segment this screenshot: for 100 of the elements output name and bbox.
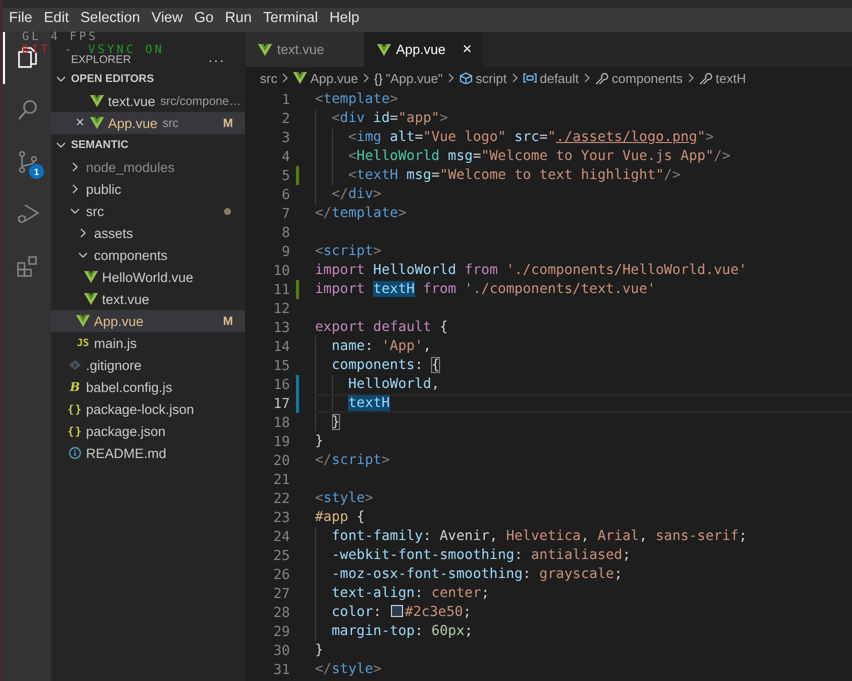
- search-icon[interactable]: [16, 98, 40, 122]
- editor-tab[interactable]: text.vue: [245, 32, 364, 67]
- tree-item[interactable]: JS main.js: [51, 332, 245, 354]
- overlay-text: -: [64, 42, 74, 54]
- file-type-icon: {}: [67, 424, 83, 438]
- chevron-right-icon: [446, 72, 456, 84]
- vue-icon: [377, 44, 391, 56]
- line-number: 12: [272, 300, 290, 316]
- code-line: </div>: [315, 185, 852, 204]
- extensions-icon[interactable]: [16, 254, 40, 278]
- line-number: 27: [272, 586, 290, 602]
- breadcrumb-item[interactable]: App.vue: [293, 70, 358, 86]
- breadcrumb-item[interactable]: textH: [698, 70, 746, 86]
- code-line: color: #2c3e50;: [315, 603, 852, 622]
- line-number: 20: [272, 452, 290, 468]
- code-line: <textH msg="Welcome to text highlight"/>: [315, 166, 852, 185]
- line-number: 5: [280, 168, 290, 184]
- close-button[interactable]: ×: [462, 40, 472, 58]
- close-button[interactable]: ×: [76, 115, 84, 131]
- vue-icon: [84, 271, 98, 283]
- code-line: <HelloWorld msg="Welcome to Your Vue.js App"/>: [315, 147, 852, 166]
- open-editor-item[interactable]: text.vue src/compone…: [51, 90, 245, 112]
- editor-tab[interactable]: App.vue ×: [364, 32, 482, 67]
- menu-item[interactable]: Selection: [76, 10, 144, 26]
- overlay-text: BIT: [22, 42, 51, 54]
- line-number: 1: [280, 92, 290, 108]
- code-line: HelloWorld,: [315, 375, 852, 394]
- line-number: 8: [280, 224, 290, 240]
- play-bug-icon[interactable]: [16, 202, 40, 226]
- overlay-text: GL 4 FPS: [22, 30, 98, 42]
- menu-item[interactable]: Terminal: [259, 10, 322, 26]
- tree-item[interactable]: HelloWorld.vue: [51, 266, 245, 288]
- git-status-label: M: [223, 314, 234, 328]
- chevron-right-icon: [582, 72, 592, 84]
- vue-icon: [76, 315, 90, 327]
- wrench-icon: [594, 72, 609, 84]
- code-line: font-family: Avenir, Helvetica, Arial, sans-serif;: [315, 527, 852, 546]
- line-number: 15: [272, 358, 290, 374]
- tree-item[interactable]: B babel.config.js: [51, 376, 245, 398]
- line-number: 31: [272, 662, 290, 678]
- code-line: <img alt="Vue logo" src="./assets/logo.png">: [315, 128, 852, 147]
- vue-icon: [258, 44, 272, 56]
- line-number: 18: [272, 414, 290, 430]
- line-number: 9: [280, 244, 290, 260]
- info-icon: [68, 447, 82, 459]
- code-line: import HelloWorld from './components/HelloWorld.vue': [315, 261, 748, 280]
- menu-item[interactable]: Edit: [40, 10, 73, 26]
- code-line: <template>: [315, 90, 400, 109]
- code-line: </template>: [315, 204, 408, 223]
- menu-item[interactable]: Run: [221, 10, 256, 26]
- menu-item[interactable]: Help: [325, 10, 364, 26]
- line-number: 26: [272, 566, 290, 582]
- menu-item[interactable]: File: [5, 10, 36, 26]
- more-actions-button[interactable]: ···: [208, 54, 225, 66]
- chevron-right-icon: [510, 72, 520, 84]
- line-number: 28: [272, 604, 290, 620]
- tree-item[interactable]: public: [51, 178, 245, 200]
- tree-item[interactable]: {} package.json: [51, 420, 245, 442]
- breadcrumb-item[interactable]: default: [522, 70, 579, 86]
- tree-item[interactable]: text.vue: [51, 288, 245, 310]
- line-number: 30: [272, 642, 290, 658]
- breadcrumb-item[interactable]: src: [260, 70, 278, 86]
- git-status-label: M: [223, 116, 234, 130]
- open-editor-item[interactable]: × App.vue src M: [51, 112, 245, 134]
- tree-item[interactable]: src: [51, 200, 245, 222]
- code-line: import textH from './components/text.vue': [315, 280, 657, 299]
- tree-item[interactable]: .gitignore: [51, 354, 245, 376]
- chevron-right-icon: [280, 72, 290, 84]
- panel-title: EXPLORER: [71, 55, 131, 66]
- line-number: 24: [272, 528, 290, 544]
- vue-icon: [293, 72, 308, 84]
- tree-item[interactable]: components: [51, 244, 245, 266]
- section-header[interactable]: OPEN EDITORS: [51, 68, 245, 90]
- breadcrumb-item[interactable]: {} "App.vue": [374, 70, 443, 86]
- file-type-icon: JS: [76, 338, 90, 348]
- tree-item[interactable]: {} package-lock.json: [51, 398, 245, 420]
- line-number: 6: [280, 186, 290, 202]
- vue-icon: [90, 117, 104, 129]
- breadcrumb-item[interactable]: script: [458, 70, 507, 86]
- tree-item[interactable]: App.vue M: [51, 310, 245, 332]
- chevron-right-icon: [361, 72, 372, 84]
- menu-item[interactable]: View: [148, 10, 187, 26]
- line-number: 29: [272, 624, 290, 640]
- breadcrumb-item[interactable]: components: [594, 70, 683, 86]
- file-type-icon: B: [70, 380, 80, 394]
- tree-item[interactable]: node_modules: [51, 156, 245, 178]
- color-swatch-icon[interactable]: [390, 605, 403, 617]
- overlay-text: VSYNC ON: [88, 42, 164, 54]
- line-number: 4: [280, 148, 290, 164]
- code-line: -moz-osx-font-smoothing: grayscale;: [315, 565, 852, 584]
- code-line: textH: [315, 394, 852, 413]
- code-line: components: {: [315, 356, 852, 375]
- code-line: margin-top: 60px;: [315, 622, 852, 641]
- menu-item[interactable]: Go: [190, 10, 218, 26]
- tree-item[interactable]: README.md: [51, 442, 245, 464]
- section-header[interactable]: SEMANTIC: [51, 134, 245, 156]
- vue-icon: [84, 293, 98, 305]
- wrench-icon: [698, 72, 713, 84]
- tree-item[interactable]: assets: [51, 222, 245, 244]
- branch-icon[interactable]: [16, 150, 40, 174]
